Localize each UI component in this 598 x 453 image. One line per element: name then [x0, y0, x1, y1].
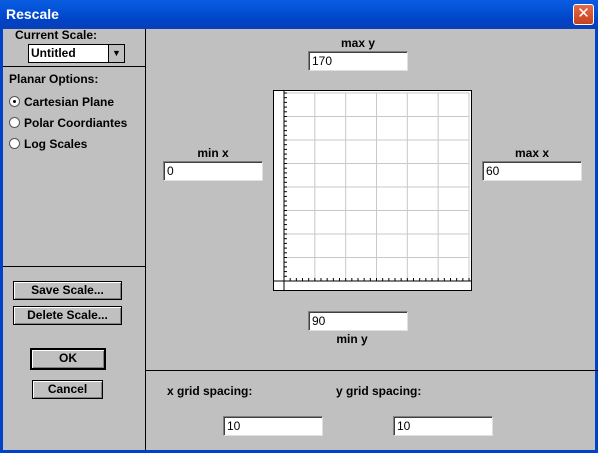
window-title: Rescale: [6, 6, 59, 22]
title-bar: Rescale ✕: [0, 0, 598, 29]
x-grid-spacing-field[interactable]: 10: [223, 416, 323, 436]
radio-polar[interactable]: Polar Coordiantes: [9, 116, 127, 130]
radio-icon[interactable]: [9, 138, 20, 149]
y-grid-spacing-field[interactable]: 10: [393, 416, 493, 436]
radio-icon[interactable]: [9, 117, 20, 128]
cancel-button[interactable]: Cancel: [32, 380, 103, 399]
y-grid-spacing-label: y grid spacing:: [336, 384, 422, 398]
min-y-field[interactable]: 90: [308, 311, 408, 331]
radio-cartesian-label: Cartesian Plane: [24, 95, 115, 109]
current-scale-value: Untitled: [31, 46, 76, 60]
radio-log-label: Log Scales: [24, 137, 88, 151]
divider-scale: [3, 66, 145, 67]
x-grid-spacing-label: x grid spacing:: [167, 384, 253, 398]
planar-options-label: Planar Options:: [9, 72, 99, 86]
radio-polar-label: Polar Coordiantes: [24, 116, 128, 130]
max-x-field[interactable]: 60: [482, 161, 582, 181]
plot-preview: [273, 90, 472, 291]
max-y-label: max y: [340, 36, 376, 50]
save-scale-button[interactable]: Save Scale...: [13, 281, 122, 300]
close-button[interactable]: ✕: [573, 4, 594, 25]
min-y-label: min y: [336, 332, 368, 346]
max-x-label: max x: [514, 146, 550, 160]
min-x-field[interactable]: 0: [163, 161, 263, 181]
min-x-label: min x: [197, 146, 229, 160]
chevron-down-icon[interactable]: ▼: [108, 45, 124, 62]
grid-preview: [274, 91, 471, 290]
dialog-body: Current Scale: Untitled ▼ Planar Options…: [0, 28, 598, 453]
divider-grid: [145, 370, 598, 371]
current-scale-dropdown[interactable]: Untitled ▼: [28, 44, 125, 63]
radio-selected-icon[interactable]: [9, 96, 20, 107]
left-panel-divider: [145, 29, 146, 450]
radio-cartesian[interactable]: Cartesian Plane: [9, 95, 114, 109]
max-y-field[interactable]: 170: [308, 51, 408, 71]
delete-scale-button[interactable]: Delete Scale...: [13, 306, 122, 325]
ok-button[interactable]: OK: [30, 348, 106, 370]
divider-planar: [3, 266, 145, 267]
current-scale-label: Current Scale:: [15, 28, 98, 42]
radio-log[interactable]: Log Scales: [9, 137, 87, 151]
